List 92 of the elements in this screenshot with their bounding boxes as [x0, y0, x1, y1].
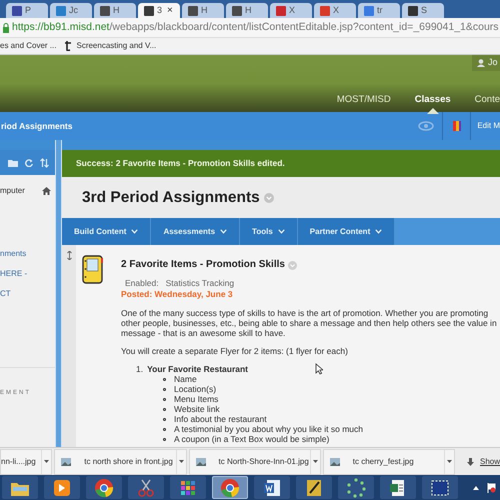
palette-icon[interactable] — [452, 121, 461, 131]
flag-icon[interactable] — [487, 482, 496, 492]
download-item[interactable]: tc north shore in front.jpg — [54, 448, 187, 474]
list-item: Info about the restaurant — [174, 414, 267, 424]
taskbar-button[interactable] — [128, 476, 164, 499]
sidebar-item[interactable]: mputer — [0, 185, 25, 197]
chevron-down-icon — [375, 229, 382, 234]
sort-icon[interactable] — [40, 158, 49, 168]
status-value: Statistics Tracking — [166, 278, 234, 288]
user-menu[interactable]: Jo — [472, 55, 500, 71]
user-icon — [477, 59, 485, 67]
taskbar-button[interactable] — [86, 476, 122, 499]
bullet-icon — [163, 388, 166, 390]
browser-tab[interactable]: X — [314, 3, 356, 18]
dashed-screen-icon — [430, 478, 450, 498]
download-item[interactable]: tc cherry_fest.jpg — [322, 448, 455, 474]
dropdown-arrow-icon[interactable] — [444, 459, 454, 464]
document-editor-icon — [262, 478, 282, 498]
status-label: Enabled: — [125, 278, 159, 288]
notebook-icon — [82, 255, 103, 284]
show-all-link[interactable]: Show — [480, 456, 500, 468]
browser-tab[interactable]: P — [6, 3, 48, 18]
download-item[interactable]: nn-li....jpg — [0, 448, 52, 474]
refresh-icon[interactable] — [25, 158, 33, 166]
bullet-icon — [163, 378, 166, 380]
browser-tab[interactable]: 3 × — [138, 3, 180, 18]
success-banner: Success: 2 Favorite Items - Promotion Skills edited. — [62, 150, 500, 177]
taskbar-button[interactable] — [2, 476, 38, 499]
dropdown-arrow-icon[interactable] — [42, 459, 52, 464]
nav-link[interactable]: Classes — [414, 94, 451, 105]
bullet-icon — [163, 428, 166, 430]
bullet-icon — [163, 418, 166, 420]
lock-icon — [2, 22, 10, 32]
item-title[interactable]: 2 Favorite Items - Promotion Skills — [121, 260, 285, 270]
taskbar-button[interactable] — [338, 476, 374, 499]
chevron-down-icon — [220, 229, 228, 234]
menu-button[interactable]: Assessments — [151, 218, 240, 245]
list-heading: Your Favorite Restaurant — [147, 364, 248, 374]
dropdown-arrow-icon[interactable] — [310, 459, 320, 464]
sidebar-item[interactable]: nments — [0, 248, 55, 260]
bullet-icon — [163, 398, 166, 400]
taskbar-button[interactable] — [422, 476, 458, 499]
bullet-icon — [163, 408, 166, 410]
browser-icon — [94, 478, 114, 498]
menu-button[interactable]: Tools — [240, 218, 298, 245]
scissors-icon — [136, 478, 156, 498]
browser-icon — [220, 478, 240, 498]
list-item: A coupon (in a Text Box would be simple) — [174, 434, 330, 444]
list-number: 1. — [136, 364, 144, 374]
download-item[interactable]: tc North-Shore-Inn-01.jpg — [188, 448, 321, 474]
taskbar-button[interactable] — [296, 476, 332, 499]
cursor-icon — [315, 363, 323, 375]
browser-tab[interactable]: H — [182, 3, 224, 18]
show-hidden-icons-icon[interactable] — [473, 486, 479, 490]
taskbar-button[interactable] — [380, 476, 416, 499]
dotted-circle-icon — [346, 478, 366, 498]
list-item: A testimonial by you about why you like it so much — [174, 424, 363, 434]
home-icon[interactable] — [42, 187, 51, 195]
browser-tab[interactable]: H — [226, 3, 268, 18]
list-item: Name — [174, 374, 197, 384]
browser-tab[interactable]: tr — [358, 3, 400, 18]
sidebar-item[interactable]: HERE - — [0, 268, 55, 280]
list-item: Website link — [174, 404, 220, 414]
browser-tab[interactable]: Jc — [50, 3, 92, 18]
sidebar-item[interactable]: CT — [0, 288, 55, 300]
list-item: Location(s) — [174, 384, 216, 394]
taskbar-button[interactable] — [44, 476, 80, 499]
nav-link[interactable]: Conte — [474, 94, 500, 105]
dropdown-arrow-icon[interactable] — [176, 459, 186, 464]
drag-handle-icon[interactable] — [66, 251, 72, 260]
posted-date: Posted: Wednesday, June 3 — [121, 289, 234, 299]
instruction-text: You will create a separate Flyer for 2 items: (1 flyer for each) — [121, 346, 349, 356]
list-item: Menu Items — [174, 394, 218, 404]
media-player-icon — [52, 478, 72, 498]
edit-mode-link[interactable]: Edit M — [477, 120, 500, 132]
notepad-icon — [304, 478, 324, 498]
browser-tab[interactable]: S — [402, 3, 444, 18]
close-tab-icon[interactable]: × — [167, 6, 173, 16]
download-icon — [466, 458, 474, 466]
course-bar: riod Assignments Edit M — [0, 112, 500, 140]
description-text: One of the many success type of skills to have is the art of promotion. Whether you are promoting other people, businesses, etc., being able to share a message and then help others see the value in message - that is an awesome skill to have. — [121, 308, 497, 338]
bullet-icon — [163, 438, 166, 440]
chevron-down-icon — [278, 229, 285, 234]
browser-tab[interactable]: X — [270, 3, 312, 18]
folder-icon[interactable] — [8, 158, 18, 166]
bookmark[interactable]: Screencasting and V... — [64, 40, 156, 52]
bookmark[interactable]: es and Cover ... — [0, 40, 56, 52]
taskbar-button[interactable] — [254, 476, 290, 499]
nav-link[interactable]: MOST/MISD — [336, 94, 391, 105]
chevron-down-icon — [131, 229, 138, 234]
page-title: 3rd Period Assignments — [82, 188, 260, 208]
browser-tab[interactable]: H — [94, 3, 136, 18]
